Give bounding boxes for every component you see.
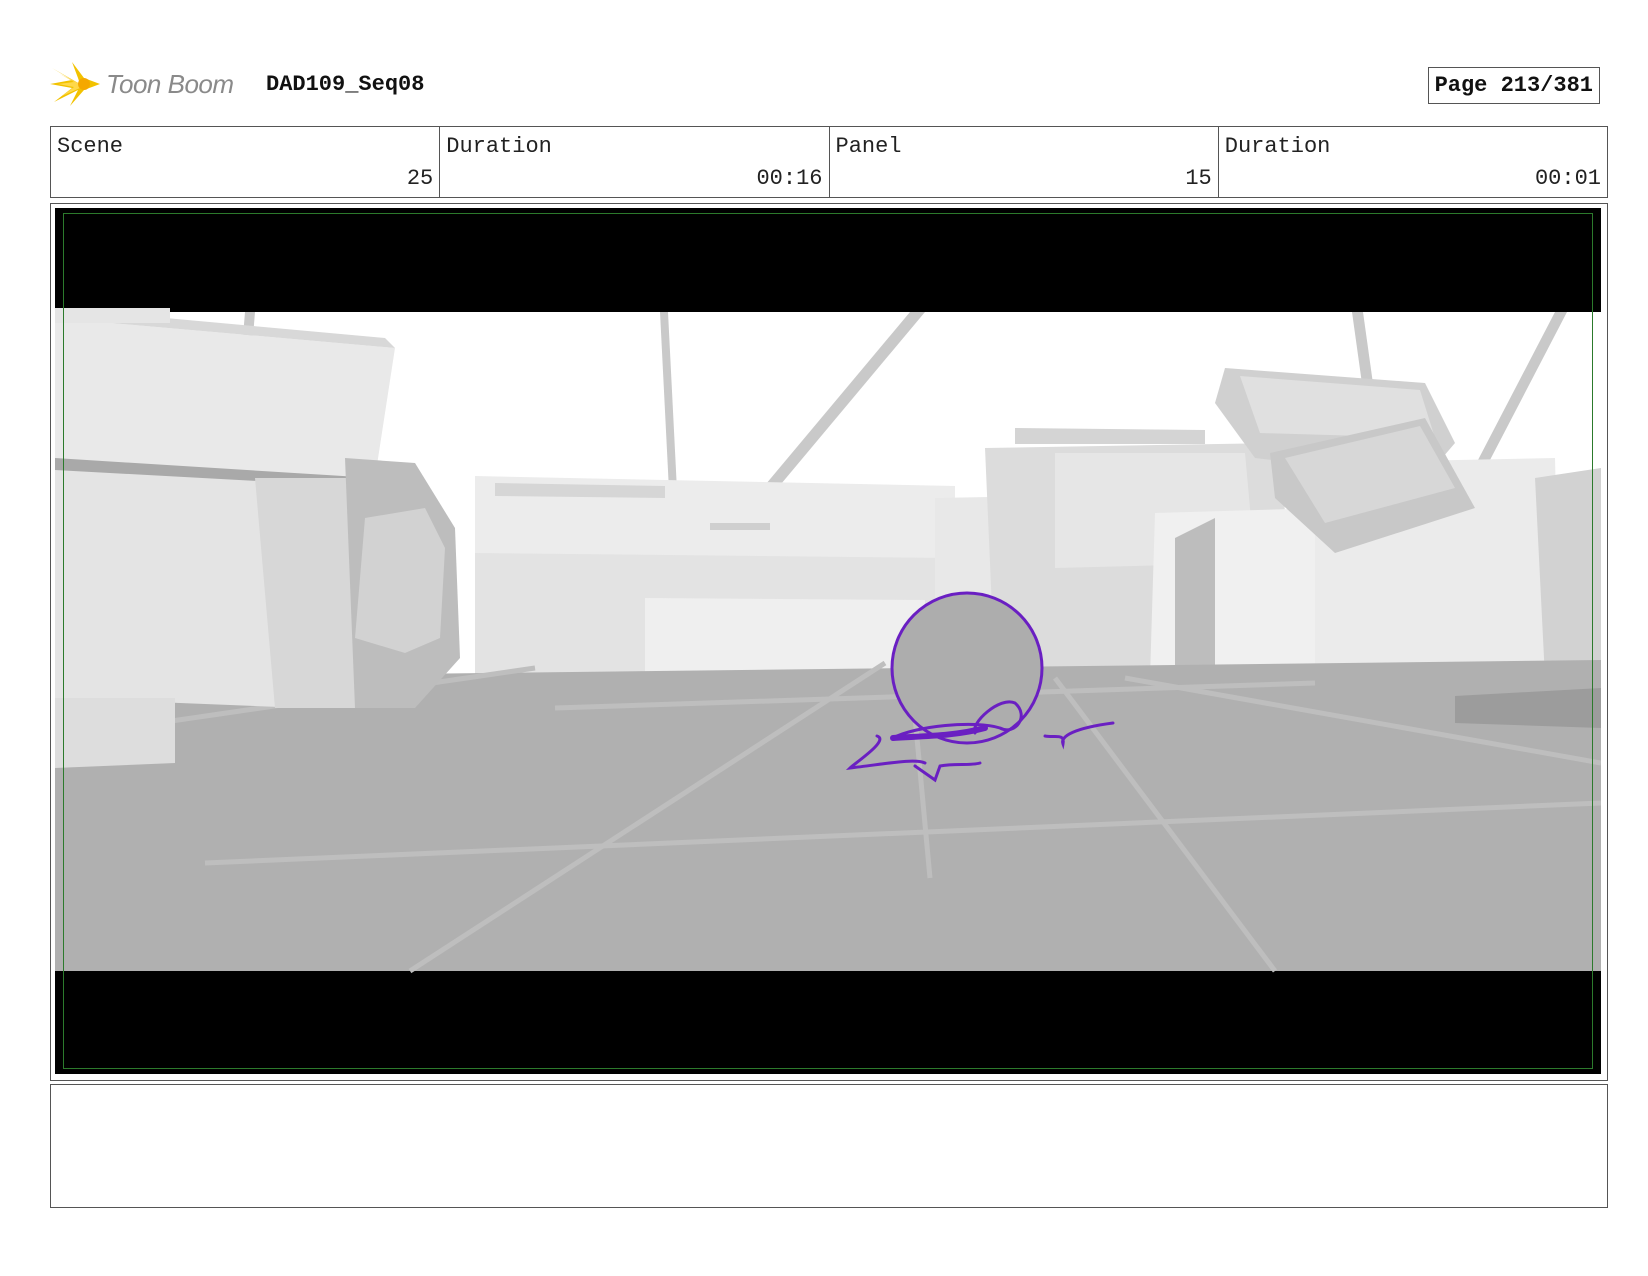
page-number: Page 213/381 [1427,67,1600,104]
panel-duration-label: Duration [1224,134,1331,159]
scene-drawing [55,208,1601,1074]
scene-value: 25 [406,166,434,191]
panel-notes [50,1084,1608,1208]
letterbox-top [55,208,1601,312]
panel-cell: Panel 15 [830,127,1219,197]
panel-label: Panel [835,134,902,159]
scene-duration-value: 00:16 [756,166,823,191]
panel-duration-cell: Duration 00:01 [1219,127,1607,197]
scene-duration-label: Duration [446,134,552,159]
panel-value: 15 [1185,166,1212,191]
scene-cell: Scene 25 [51,127,441,197]
panel-info-row: Scene 25 Duration 00:16 Panel 15 Duratio… [50,126,1608,198]
storyboard-header: Toon Boom DAD109_Seq08 Page 213/381 [50,58,1608,108]
starburst-icon [50,62,100,106]
scene-duration-cell: Duration 00:16 [440,127,830,197]
toon-boom-logo: Toon Boom [50,60,234,108]
logo-text: Toon Boom [106,68,234,99]
scene-label: Scene [57,134,124,159]
panel-image [55,208,1601,1074]
sequence-title: DAD109_Seq08 [266,72,425,97]
storyboard-panel [50,203,1608,1081]
letterbox-bottom [55,971,1601,1074]
panel-duration-value: 00:01 [1534,166,1601,191]
